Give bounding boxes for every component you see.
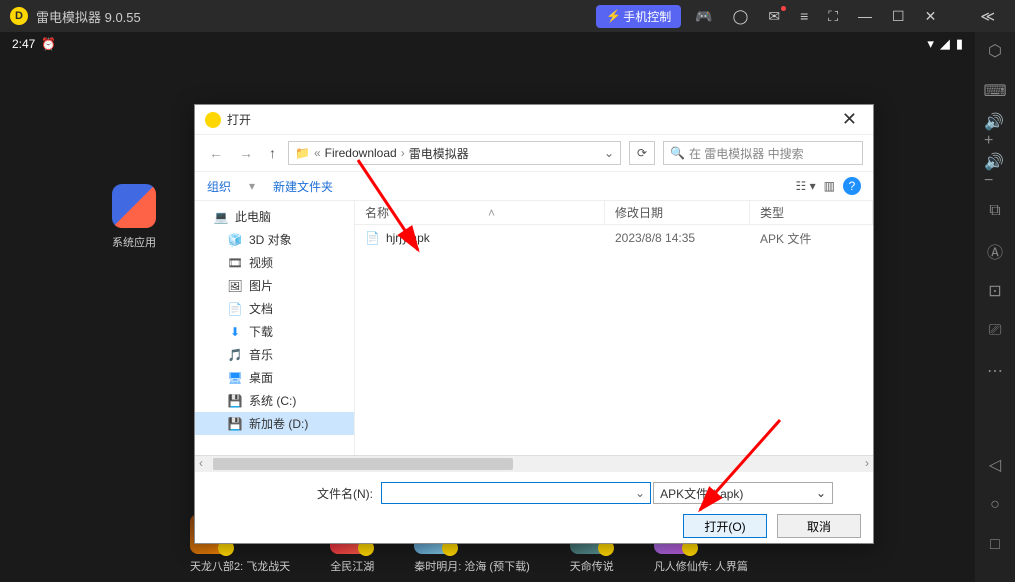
sidebar-item-desktop[interactable]: 🖥桌面 <box>195 366 354 389</box>
system-apps-icon[interactable]: 系统应用 <box>112 184 156 250</box>
fullscreen-icon[interactable]: ⛶ <box>820 4 846 29</box>
column-type[interactable]: 类型 <box>750 201 873 224</box>
file-open-dialog: 打开 ✕ ← → ↑ 📁 « Firedownload › 雷电模拟器 ⌄ ⟳ … <box>194 104 874 544</box>
minimize-button[interactable]: — <box>850 4 880 28</box>
help-icon[interactable]: ? <box>843 177 861 195</box>
folder-icon: 📁 <box>295 146 310 160</box>
record-icon[interactable]: ⎚ <box>984 320 1006 342</box>
horizontal-scrollbar[interactable]: ‹ › <box>195 455 873 472</box>
system-apps-label: 系统应用 <box>112 234 156 250</box>
breadcrumb-seg-2[interactable]: 雷电模拟器 <box>409 145 469 162</box>
apk-file-icon: 📄 <box>365 231 380 245</box>
phone-control-button[interactable]: 手机控制 <box>596 5 681 28</box>
column-date[interactable]: 修改日期 <box>605 201 750 224</box>
sidebar-item-drive-c[interactable]: 💾系统 (C:) <box>195 389 354 412</box>
multitask-icon[interactable]: ⧉ <box>984 200 1006 222</box>
address-bar[interactable]: 📁 « Firedownload › 雷电模拟器 ⌄ <box>288 141 621 165</box>
emulator-viewport: 2:47 ⏰ ▾ ◢ ▮ 系统应用 天龙八部2: 飞龙战天 全民江湖 秦时明月:… <box>0 32 975 582</box>
sidebar-item-documents[interactable]: 📄文档 <box>195 297 354 320</box>
keyboard-icon[interactable]: ⌨ <box>984 80 1006 102</box>
nav-recents-button[interactable]: □ <box>984 534 1006 556</box>
chevron-down-icon: ⌄ <box>816 486 826 500</box>
right-toolbar: ⬡ ⌨ 🔊+ 🔊− ⧉ Ⓐ ⊡ ⎚ ⋯ ◁ ○ □ <box>975 32 1015 582</box>
chevron-right-icon: › <box>401 146 405 160</box>
nav-home-button[interactable]: ○ <box>984 494 1006 516</box>
nav-back-button[interactable]: ◁ <box>984 454 1006 476</box>
search-icon: 🔍 <box>670 146 685 160</box>
sidebar-item-music[interactable]: 🎵音乐 <box>195 343 354 366</box>
organize-button[interactable]: 组织 <box>207 178 231 195</box>
user-icon[interactable]: ◯ <box>725 4 757 29</box>
file-row[interactable]: 📄 hjrjy.apk 2023/8/8 14:35 APK 文件 <box>355 225 873 251</box>
folder-icon <box>112 184 156 228</box>
dialog-sidebar: 💻此电脑 🧊3D 对象 🎞视频 🖼图片 📄文档 ⬇下载 🎵音乐 🖥桌面 💾系统 … <box>195 201 355 455</box>
dialog-close-button[interactable]: ✕ <box>836 109 863 130</box>
file-type: APK 文件 <box>750 230 873 247</box>
wifi-icon: ▾ <box>927 36 934 52</box>
screenshot-icon[interactable]: ⊡ <box>984 280 1006 302</box>
sidebar-item-3d-objects[interactable]: 🧊3D 对象 <box>195 228 354 251</box>
volume-down-icon[interactable]: 🔊− <box>984 160 1006 182</box>
gamepad-icon[interactable]: 🎮 <box>687 4 720 29</box>
nav-up-icon[interactable]: ↑ <box>265 143 280 163</box>
app-logo-icon: D <box>10 7 28 25</box>
file-name: hjrjy.apk <box>386 231 430 245</box>
refresh-button[interactable]: ⟳ <box>629 141 655 165</box>
locale-icon[interactable]: Ⓐ <box>984 240 1006 262</box>
nav-forward-icon[interactable]: → <box>235 143 257 163</box>
settings-hexagon-icon[interactable]: ⬡ <box>984 40 1006 62</box>
filename-input[interactable] <box>381 482 651 504</box>
sidebar-item-this-pc[interactable]: 💻此电脑 <box>195 205 354 228</box>
dialog-titlebar: 打开 ✕ <box>195 105 873 135</box>
open-button[interactable]: 打开(O) <box>683 514 767 538</box>
mail-icon[interactable]: ✉ <box>760 4 788 29</box>
sidebar-item-drive-d[interactable]: 💾新加卷 (D:) <box>195 412 354 435</box>
alarm-icon: ⏰ <box>41 37 56 51</box>
more-icon[interactable]: ⋯ <box>984 360 1006 382</box>
computer-icon: 💻 <box>213 210 229 224</box>
close-button[interactable]: ✕ <box>917 4 945 29</box>
sidebar-item-pictures[interactable]: 🖼图片 <box>195 274 354 297</box>
file-list: 名称˄ 修改日期 类型 📄 hjrjy.apk 2023/8/8 14:35 AP… <box>355 201 873 455</box>
dialog-toolbar: 组织 ▾ 新建文件夹 ☷ ▾ ▥ ? <box>195 171 873 201</box>
android-statusbar: 2:47 ⏰ ▾ ◢ ▮ <box>0 32 975 56</box>
file-date: 2023/8/8 14:35 <box>605 231 750 245</box>
chevron-down-icon[interactable]: ⌄ <box>635 486 645 500</box>
new-folder-button[interactable]: 新建文件夹 <box>273 178 333 195</box>
volume-up-icon[interactable]: 🔊+ <box>984 120 1006 142</box>
chevron-down-icon[interactable]: ⌄ <box>604 146 614 160</box>
app-title: 雷电模拟器 9.0.55 <box>36 7 141 26</box>
battery-icon: ▮ <box>956 36 963 52</box>
cancel-button[interactable]: 取消 <box>777 514 861 538</box>
search-input[interactable]: 🔍 在 雷电模拟器 中搜索 <box>663 141 863 165</box>
file-filter-select[interactable]: APK文件(*.apk) ⌄ <box>653 482 833 504</box>
file-list-header: 名称˄ 修改日期 类型 <box>355 201 873 225</box>
nav-back-icon[interactable]: ← <box>205 143 227 163</box>
search-placeholder: 在 雷电模拟器 中搜索 <box>689 145 804 162</box>
status-time: 2:47 <box>12 37 35 51</box>
sidebar-item-downloads[interactable]: ⬇下载 <box>195 320 354 343</box>
signal-icon: ◢ <box>940 36 950 52</box>
dialog-navbar: ← → ↑ 📁 « Firedownload › 雷电模拟器 ⌄ ⟳ 🔍 在 雷… <box>195 135 873 171</box>
collapse-sidebar-icon[interactable]: ≪ <box>972 4 1003 29</box>
column-name[interactable]: 名称˄ <box>355 201 605 224</box>
breadcrumb-sep: « <box>314 146 321 160</box>
maximize-button[interactable]: ☐ <box>884 4 913 29</box>
dialog-footer: 文件名(N): ⌄ APK文件(*.apk) ⌄ 打开(O) 取消 <box>195 472 873 550</box>
sidebar-item-videos[interactable]: 🎞视频 <box>195 251 354 274</box>
app-titlebar: D 雷电模拟器 9.0.55 手机控制 🎮 ◯ ✉ ≡ ⛶ — ☐ ✕ ≪ <box>0 0 1015 32</box>
dialog-logo-icon <box>205 112 221 128</box>
view-mode-icon[interactable]: ☷ ▾ <box>796 179 816 193</box>
breadcrumb-seg-1[interactable]: Firedownload <box>325 146 397 160</box>
preview-pane-icon[interactable]: ▥ <box>824 179 835 193</box>
filename-label: 文件名(N): <box>207 485 373 502</box>
dialog-title: 打开 <box>227 111 251 128</box>
menu-icon[interactable]: ≡ <box>792 4 816 28</box>
